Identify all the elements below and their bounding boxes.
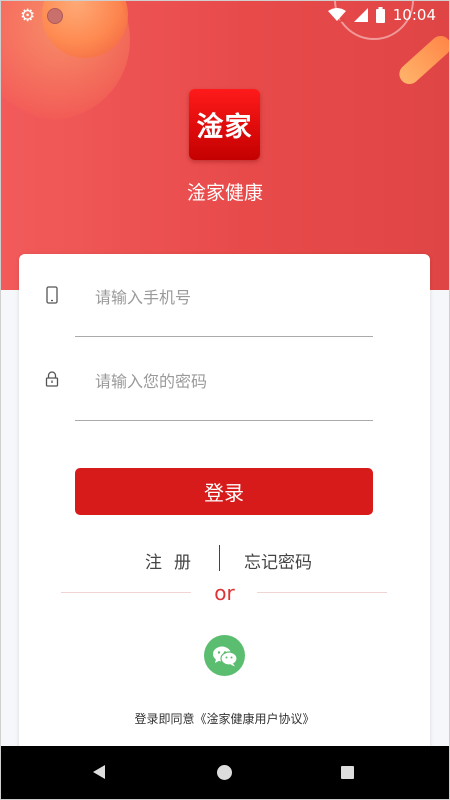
register-link[interactable]: 注册 — [145, 548, 203, 573]
phone-field[interactable]: 请输入手机号 — [19, 254, 430, 337]
agreement-text[interactable]: 登录即同意《淦家健康用户协议》 — [19, 710, 430, 727]
login-button[interactable]: 登录 — [75, 468, 373, 515]
or-line-right — [257, 592, 387, 593]
settings-icon: ⚙ — [20, 6, 36, 26]
wechat-icon — [212, 646, 238, 666]
or-divider: or — [19, 581, 430, 605]
signal-icon — [353, 8, 368, 22]
phone-input[interactable]: 请输入手机号 — [95, 284, 191, 308]
wechat-login-button[interactable] — [204, 635, 245, 676]
logo-text: 淦家 — [196, 112, 253, 143]
system-nav-bar — [0, 746, 450, 800]
password-underline — [75, 420, 373, 421]
status-bar: ⚙ 10:04 — [0, 0, 450, 32]
password-input[interactable]: 请输入您的密码 — [95, 368, 207, 392]
app-logo: 淦家 — [189, 89, 260, 160]
back-icon[interactable] — [93, 765, 105, 779]
forgot-password-link[interactable]: 忘记密码 — [244, 548, 312, 573]
password-field[interactable]: 请输入您的密码 — [19, 338, 430, 421]
phone-icon — [46, 286, 58, 304]
links-separator — [219, 545, 220, 571]
app-name: 淦家健康 — [186, 182, 263, 204]
notification-dot-icon — [47, 8, 64, 24]
recents-icon[interactable] — [341, 766, 354, 779]
battery-icon — [375, 7, 385, 23]
lock-icon — [45, 371, 59, 387]
or-text: or — [214, 581, 235, 605]
login-card: 请输入手机号 请输入您的密码 登录 注册 忘记密码 or 登录即同意《淦家健康用… — [19, 254, 430, 754]
wifi-icon — [327, 8, 346, 22]
home-icon[interactable] — [217, 765, 232, 780]
login-button-label: 登录 — [204, 481, 244, 505]
clock-time: 10:04 — [392, 6, 436, 24]
phone-underline — [75, 336, 373, 337]
decor-pill — [395, 31, 450, 89]
auth-links: 注册 忘记密码 — [19, 545, 430, 573]
